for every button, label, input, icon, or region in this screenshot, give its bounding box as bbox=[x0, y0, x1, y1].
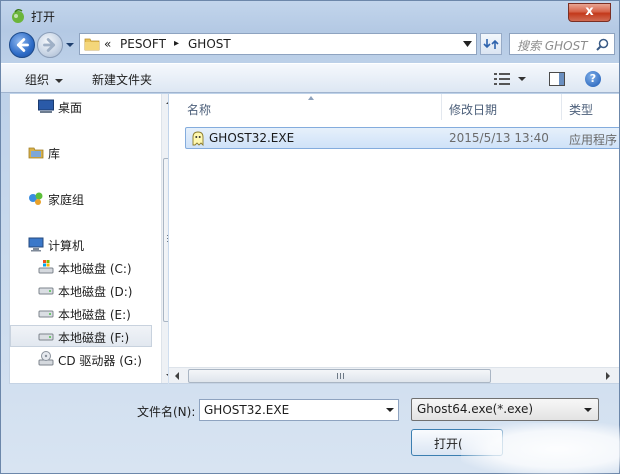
nav-label: 桌面 bbox=[58, 101, 83, 115]
back-button[interactable] bbox=[9, 32, 35, 58]
window-title: 打开 bbox=[31, 10, 56, 24]
file-list-pane: 名称 修改日期 类型 GHOST32.EXE 2015/5/13 13:40 应… bbox=[169, 94, 619, 384]
system-drive-icon bbox=[38, 260, 54, 274]
forward-arrow-icon bbox=[43, 38, 56, 52]
nav-item-desktop[interactable]: 桌面 bbox=[10, 95, 152, 117]
address-dropdown-icon[interactable] bbox=[463, 41, 472, 47]
nav-item-drive-e[interactable]: 本地磁盘 (E:) bbox=[10, 302, 152, 324]
preview-pane-icon[interactable] bbox=[549, 72, 565, 86]
library-icon bbox=[28, 147, 44, 159]
forward-button[interactable] bbox=[37, 32, 63, 58]
file-type-filter-value: Ghost64.exe(*.exe) bbox=[417, 402, 534, 416]
drive-icon bbox=[38, 310, 54, 318]
nav-label: 计算机 bbox=[48, 239, 85, 253]
nav-item-drive-d[interactable]: 本地磁盘 (D:) bbox=[10, 279, 152, 301]
nav-item-cd-drive[interactable]: CD 驱动器 (G:) bbox=[10, 348, 152, 370]
nav-label: 本地磁盘 (E:) bbox=[58, 308, 131, 322]
nav-label: CD 驱动器 (G:) bbox=[58, 354, 142, 368]
address-overflow[interactable]: « bbox=[104, 37, 111, 51]
column-divider[interactable] bbox=[441, 94, 442, 120]
nav-item-library[interactable]: 库 bbox=[10, 141, 152, 163]
breadcrumb-ghost[interactable]: GHOST bbox=[188, 37, 231, 51]
nav-label: 库 bbox=[48, 147, 61, 161]
column-divider[interactable] bbox=[561, 94, 562, 120]
close-icon: x bbox=[585, 4, 594, 19]
close-button[interactable]: x bbox=[568, 3, 611, 22]
app-icon bbox=[12, 8, 24, 23]
title-bar: 打开 x bbox=[1, 1, 619, 31]
watermark-overlay bbox=[461, 423, 620, 474]
command-bar: 组织 新建文件夹 ? bbox=[1, 63, 619, 93]
new-folder-button[interactable]: 新建文件夹 bbox=[92, 71, 152, 88]
organize-label: 组织 bbox=[25, 73, 50, 87]
scroll-right-icon[interactable] bbox=[606, 372, 610, 380]
drive-icon bbox=[38, 287, 54, 295]
desktop-icon bbox=[38, 99, 54, 113]
nav-item-computer[interactable]: 计算机 bbox=[10, 233, 152, 255]
file-type: 应用程序 bbox=[569, 133, 618, 147]
nav-item-drive-f[interactable]: 本地磁盘 (F:) bbox=[10, 325, 152, 347]
search-icon[interactable] bbox=[596, 38, 609, 51]
address-bar[interactable]: « PESOFT ▸ GHOST bbox=[79, 33, 477, 55]
scroll-up-icon[interactable] bbox=[166, 100, 168, 104]
column-header-type[interactable]: 类型 bbox=[569, 101, 593, 118]
scroll-down-icon[interactable] bbox=[166, 374, 168, 378]
recent-pages-dropdown-icon[interactable] bbox=[65, 40, 75, 50]
nav-label: 本地磁盘 (C:) bbox=[58, 262, 132, 276]
view-options-icon[interactable] bbox=[494, 73, 510, 85]
search-box[interactable]: 搜索 GHOST bbox=[509, 33, 615, 55]
help-icon[interactable]: ? bbox=[585, 71, 601, 87]
filename-dropdown-icon[interactable] bbox=[386, 408, 394, 412]
nav-label: 家庭组 bbox=[48, 193, 85, 207]
search-input[interactable]: 搜索 GHOST bbox=[517, 37, 588, 54]
computer-icon bbox=[28, 237, 44, 252]
scroll-left-icon[interactable] bbox=[175, 372, 179, 380]
homegroup-icon bbox=[29, 192, 43, 205]
file-modified: 2015/5/13 13:40 bbox=[449, 131, 549, 145]
scrollbar-thumb[interactable] bbox=[163, 158, 168, 322]
breadcrumb-pesoft[interactable]: PESOFT bbox=[120, 37, 166, 51]
filename-label: 文件名(N): bbox=[137, 405, 196, 419]
filter-dropdown-icon[interactable] bbox=[584, 408, 592, 412]
organize-menu[interactable]: 组织 bbox=[25, 71, 64, 88]
nav-label: 本地磁盘 (D:) bbox=[58, 285, 133, 299]
column-header-modified[interactable]: 修改日期 bbox=[449, 101, 497, 118]
file-list-horizontal-scrollbar[interactable] bbox=[169, 367, 619, 383]
sort-ascending-icon bbox=[308, 96, 314, 100]
drive-icon bbox=[38, 333, 54, 341]
ghost-exe-icon bbox=[192, 131, 204, 147]
file-name: GHOST32.EXE bbox=[209, 131, 295, 145]
folder-icon bbox=[84, 38, 100, 51]
navigation-pane-scrollbar[interactable] bbox=[161, 94, 168, 383]
nav-item-drive-c[interactable]: 本地磁盘 (C:) bbox=[10, 256, 152, 278]
refresh-icon bbox=[483, 39, 499, 49]
cd-drive-icon bbox=[38, 351, 54, 366]
scrollbar-thumb[interactable] bbox=[188, 369, 491, 383]
open-button-label: 打开( bbox=[434, 437, 463, 451]
file-type-filter[interactable]: Ghost64.exe(*.exe) bbox=[411, 398, 599, 421]
open-file-dialog: 打开 x « PESOFT ▸ GHOST 搜索 GHOST 组织 新建文件夹 … bbox=[0, 0, 620, 474]
refresh-button[interactable] bbox=[480, 33, 502, 55]
navigation-pane: 桌面 库 家庭组 计算机 本地磁盘 (C:) 本地磁盘 (D:) 本地磁盘 (E… bbox=[9, 94, 168, 384]
back-arrow-icon bbox=[16, 38, 29, 52]
organize-dropdown-icon bbox=[55, 78, 64, 83]
breadcrumb-separator-icon[interactable]: ▸ bbox=[174, 38, 179, 49]
filename-input[interactable]: GHOST32.EXE bbox=[204, 403, 289, 417]
view-dropdown-icon[interactable] bbox=[518, 77, 526, 81]
filename-combobox[interactable]: GHOST32.EXE bbox=[199, 399, 399, 421]
file-row-ghost32[interactable]: GHOST32.EXE 2015/5/13 13:40 应用程序 bbox=[185, 127, 619, 149]
column-header-name[interactable]: 名称 bbox=[187, 101, 211, 118]
nav-label: 本地磁盘 (F:) bbox=[58, 331, 130, 345]
nav-item-homegroup[interactable]: 家庭组 bbox=[10, 187, 152, 209]
